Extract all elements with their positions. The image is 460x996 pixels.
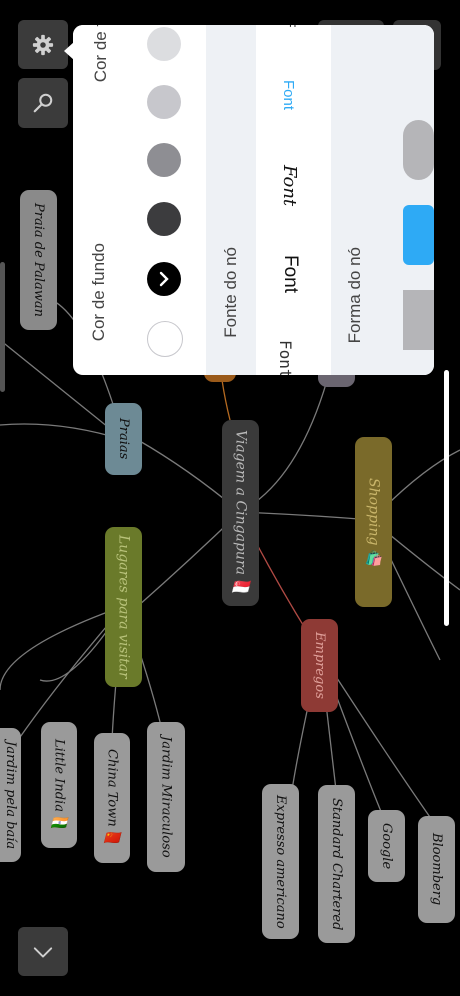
node-expresso[interactable]: Expresso americano (262, 784, 299, 939)
check-icon (159, 271, 169, 287)
node-jardim-baia[interactable]: Jardim pela baía (0, 728, 21, 862)
node-expresso-label: Expresso americano (273, 794, 288, 929)
gear-icon (32, 34, 54, 55)
shape-option-rectangle[interactable] (403, 290, 434, 350)
node-empregos[interactable]: Empregos (301, 619, 338, 712)
style-panel: Cor de fundo Cor de fundo Fonte do nó Fo… (73, 25, 434, 375)
chevron-down-icon (33, 946, 53, 957)
node-central-label: Viagem a Cingapura 🇸🇬 (232, 429, 249, 597)
node-bloomberg-label: Bloomberg (429, 833, 444, 906)
background-color-label-text: Cor de fundo (89, 243, 108, 342)
swatch-black-selected[interactable] (147, 262, 181, 296)
node-lugares[interactable]: Lugares para visitar (105, 527, 142, 687)
swatch-dark-grey[interactable] (147, 202, 181, 236)
node-google[interactable]: Google (368, 810, 405, 882)
node-little-india-label: Little India 🇮🇳 (51, 738, 67, 832)
node-lugares-label: Lugares para visitar (115, 535, 132, 679)
font-option-selected[interactable]: Font (280, 80, 297, 110)
node-empregos-label: Empregos (312, 632, 327, 699)
node-jardim-miraculoso-label: Jardim Miraculoso (158, 736, 174, 858)
node-bloomberg[interactable]: Bloomberg (418, 816, 455, 923)
node-praia-palawan[interactable]: Praia de Palawan (20, 190, 57, 330)
settings-button[interactable] (18, 20, 68, 69)
shape-option-pill[interactable] (403, 120, 434, 180)
node-shopping[interactable]: Shopping 🛍️ (355, 437, 392, 607)
background-color-label: Cor de fundo (91, 25, 110, 82)
font-option-mono[interactable]: Font (276, 340, 295, 375)
node-jardim-miraculoso[interactable]: Jardim Miraculoso (147, 722, 185, 872)
node-standard[interactable]: Standard Chartered (318, 785, 355, 943)
search-button[interactable] (18, 78, 68, 128)
node-praias-label: Praias (116, 418, 131, 460)
node-central[interactable]: Viagem a Cingapura 🇸🇬 (222, 420, 259, 606)
node-shape-label: Forma do nó (345, 247, 364, 344)
font-option-sans[interactable]: Font (279, 255, 301, 293)
font-option-script[interactable]: Font (279, 165, 300, 206)
node-praia-palawan-label: Praia de Palawan (31, 203, 46, 317)
shape-option-rounded-selected[interactable] (403, 205, 434, 265)
swatch-lightest-grey[interactable] (147, 27, 181, 61)
node-china-town[interactable]: China Town 🇨🇳 (94, 733, 130, 863)
node-little-india[interactable]: Little India 🇮🇳 (41, 722, 77, 848)
node-standard-label: Standard Chartered (329, 797, 344, 931)
swatch-grey[interactable] (147, 143, 181, 177)
swatch-white[interactable] (147, 321, 183, 357)
collapse-button[interactable] (18, 927, 68, 976)
node-font-label: Fonte do nó (221, 247, 240, 338)
swatch-light-grey[interactable] (147, 85, 181, 119)
node-partial-left[interactable] (0, 262, 5, 392)
node-google-label: Google (379, 822, 394, 870)
node-china-town-label: China Town 🇨🇳 (104, 749, 120, 847)
node-shopping-label: Shopping 🛍️ (365, 477, 382, 567)
node-jardim-baia-label: Jardim pela baía (3, 740, 18, 850)
popover-arrow (64, 42, 74, 60)
font-option-partial[interactable]: F (283, 25, 299, 28)
scroll-indicator[interactable] (444, 370, 449, 626)
search-icon (33, 93, 53, 113)
node-praias[interactable]: Praias (105, 403, 142, 475)
